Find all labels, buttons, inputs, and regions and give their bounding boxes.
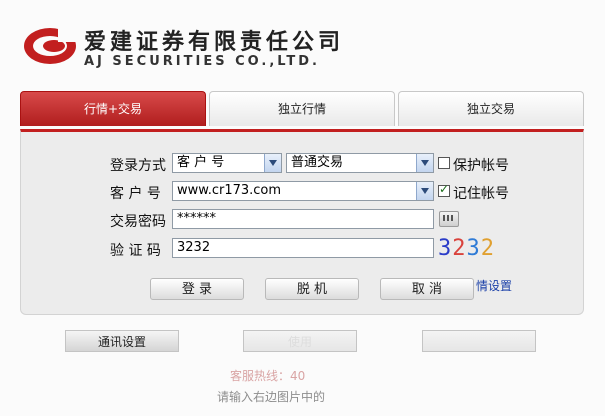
service-hotline: 客服热线：40 <box>230 369 306 383</box>
captcha-char: 3 <box>466 236 481 261</box>
login-mode-label: 登录方式 <box>110 158 166 174</box>
trade-type-select[interactable]: 普通交易 <box>286 153 434 173</box>
captcha-hint: 请输入右边图片中的 <box>217 390 326 404</box>
comm-settings-button[interactable]: 通讯设置 <box>65 330 179 352</box>
account-combobox[interactable]: www.cr173.com <box>172 181 434 201</box>
trade-type-value: 普通交易 <box>291 155 344 170</box>
company-name-cn: 爱建证券有限责任公司 <box>84 29 345 55</box>
account-value: www.cr173.com <box>177 183 282 198</box>
offline-button[interactable]: 脱 机 <box>265 278 359 300</box>
keyboard-icon[interactable] <box>439 211 459 227</box>
chevron-down-icon[interactable] <box>416 182 433 200</box>
remember-account-checkbox[interactable] <box>438 182 450 197</box>
company-logo-icon <box>24 28 80 64</box>
captcha-char: 3 <box>438 236 453 261</box>
remember-account-label: 记住帐号 <box>453 186 509 202</box>
help-button[interactable]: 使用 <box>243 330 357 352</box>
captcha-value: 3232 <box>177 240 211 255</box>
account-label: 客 户 号 <box>110 186 161 202</box>
password-label: 交易密码 <box>110 214 166 230</box>
captcha-label: 验 证 码 <box>110 243 161 259</box>
chevron-down-icon[interactable] <box>416 154 433 172</box>
protect-account-checkbox[interactable] <box>438 157 450 169</box>
captcha-image[interactable]: 3232 <box>438 236 494 262</box>
login-type-select[interactable]: 客 户 号 <box>172 153 282 173</box>
chevron-down-icon[interactable] <box>264 154 281 172</box>
captcha-char: 2 <box>452 236 467 261</box>
protect-account-label: 保护帐号 <box>453 158 509 174</box>
cancel-button[interactable]: 取 消 <box>380 278 474 300</box>
password-input[interactable]: ****** <box>172 209 434 229</box>
captcha-input[interactable]: 3232 <box>172 238 434 258</box>
extra-button[interactable] <box>422 330 536 352</box>
tab-trade-only[interactable]: 独立交易 <box>398 91 584 126</box>
tab-market-and-trade[interactable]: 行情+交易 <box>20 91 206 126</box>
login-button[interactable]: 登 录 <box>150 278 244 300</box>
login-type-value: 客 户 号 <box>177 155 225 170</box>
tab-market-only[interactable]: 独立行情 <box>209 91 395 126</box>
company-name-en: AJ SECURITIES CO.,LTD. <box>84 54 320 69</box>
settings-link[interactable]: 情设置 <box>476 277 512 294</box>
captcha-char: 2 <box>480 236 495 261</box>
password-value: ****** <box>177 211 216 226</box>
